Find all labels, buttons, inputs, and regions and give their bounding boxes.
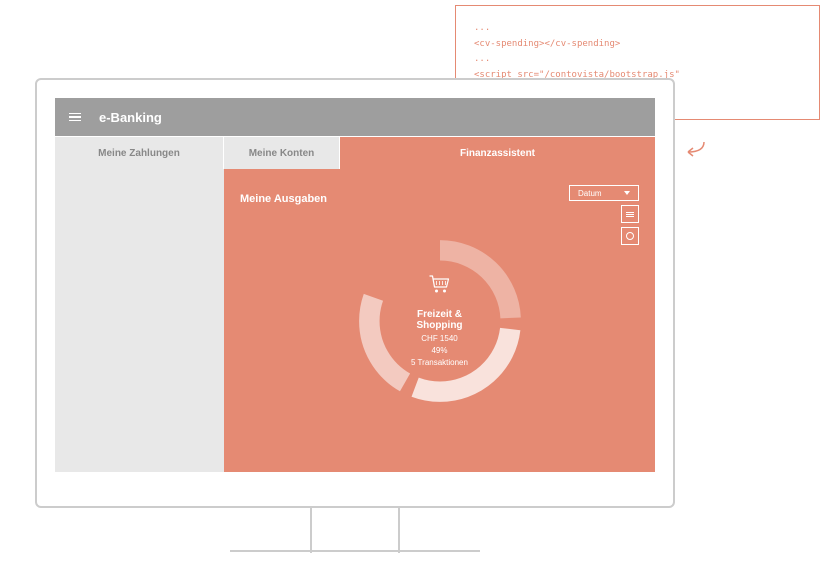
spending-widget: Meine Ausgaben Datum [224,169,655,472]
tab-bar: Meine Zahlungen Meine Konten Finanzassis… [55,137,655,169]
hamburger-menu-icon[interactable] [69,113,81,122]
list-icon [626,211,634,218]
chart-category-label: Freizeit & Shopping [393,309,486,331]
tab-label: Finanzassistent [460,148,535,159]
chart-view-button[interactable] [621,227,639,245]
sidebar [55,169,224,472]
chart-amount-label: CHF 1540 [421,334,457,343]
monitor-base [230,550,480,552]
list-view-button[interactable] [621,205,639,223]
circle-icon [626,232,634,240]
date-dropdown[interactable]: Datum [569,185,639,201]
chevron-down-icon [624,191,630,195]
donut-chart[interactable]: Freizeit & Shopping CHF 1540 49% 5 Trans… [347,228,533,414]
chart-center-info: Freizeit & Shopping CHF 1540 49% 5 Trans… [393,275,486,367]
tab-meine-konten[interactable]: Meine Konten [224,137,339,169]
chart-percent-label: 49% [431,346,447,355]
tab-label: Meine Zahlungen [98,148,180,159]
monitor-frame: e-Banking Meine Zahlungen Meine Konten F… [35,78,675,508]
chart-transactions-label: 5 Transaktionen [411,358,468,367]
code-line: ... [474,53,801,67]
arrow-annotation-icon [680,140,708,167]
filter-controls: Datum [569,185,639,245]
panel-title: Meine Ausgaben [240,193,327,205]
app-title: e-Banking [99,110,162,125]
app-header: e-Banking [55,98,655,136]
code-line: ... [474,22,801,36]
tab-label: Meine Konten [249,148,315,159]
dropdown-label: Datum [578,189,602,198]
monitor-stand [310,508,400,553]
cart-icon [429,275,451,300]
content-area: Meine Ausgaben Datum [55,169,655,472]
code-line: <cv-spending></cv-spending> [474,38,801,52]
tab-meine-zahlungen[interactable]: Meine Zahlungen [55,137,223,169]
tab-finanzassistent[interactable]: Finanzassistent [340,137,655,169]
